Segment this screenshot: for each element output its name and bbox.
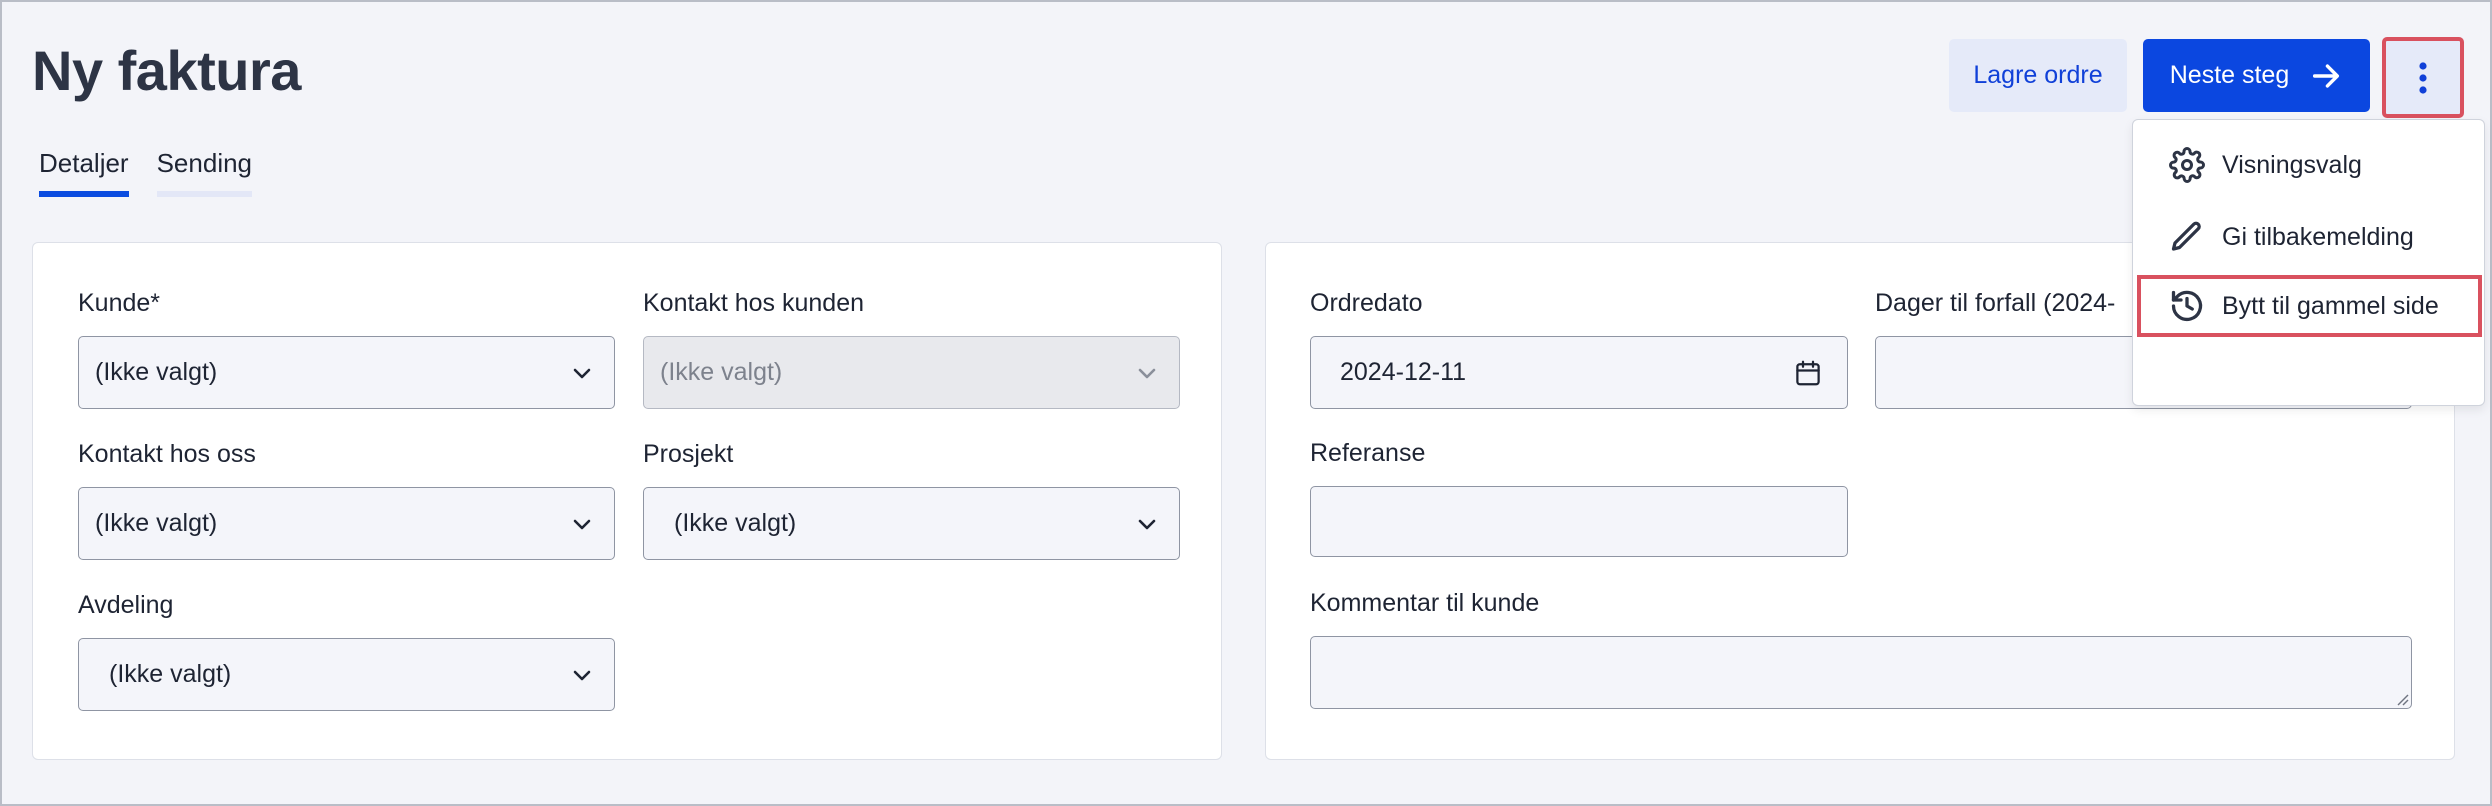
pencil-icon (2171, 221, 2201, 251)
project-select-value: (Ikke valgt) (674, 509, 797, 537)
order-date-field[interactable]: 2024-12-11 (1310, 336, 1848, 409)
arrow-right-icon (2313, 63, 2340, 88)
department-select-value: (Ikke valgt) (109, 660, 232, 688)
gear-icon (2169, 147, 2205, 183)
chevron-down-icon (573, 368, 591, 379)
menu-item-label: Visningsvalg (2222, 150, 2362, 179)
customer-contact-select: (Ikke valgt) (643, 336, 1180, 409)
project-select[interactable]: (Ikke valgt) (643, 487, 1180, 560)
our-contact-label: Kontakt hos oss (78, 440, 256, 468)
our-contact-select[interactable]: (Ikke valgt) (78, 487, 615, 560)
chevron-down-icon (1138, 519, 1156, 530)
department-label: Avdeling (78, 591, 174, 619)
history-icon (2171, 290, 2203, 322)
customer-contact-label: Kontakt hos kunden (643, 289, 864, 317)
comment-textarea[interactable] (1310, 636, 2412, 709)
tab-sending[interactable]: Sending (156, 148, 253, 197)
tab-details[interactable]: Detaljer (39, 148, 129, 197)
chevron-down-icon (573, 519, 591, 530)
save-order-button[interactable]: Lagre ordre (1949, 39, 2127, 112)
our-contact-select-value: (Ikke valgt) (95, 509, 218, 537)
order-date-label: Ordredato (1310, 289, 1423, 317)
kebab-vertical-icon (2419, 61, 2427, 94)
tab-bar: Detaljer Sending (39, 148, 253, 197)
due-days-label: Dager til forfall (2024- (1875, 289, 2116, 317)
order-date-value: 2024-12-11 (1340, 358, 1467, 386)
resize-handle-icon[interactable] (2393, 690, 2409, 706)
customer-select-value: (Ikke valgt) (95, 358, 218, 386)
chevron-down-icon (1138, 368, 1156, 379)
menu-item-label: Gi tilbakemelding (2222, 222, 2414, 251)
menu-item-feedback[interactable]: Gi tilbakemelding (2133, 207, 2486, 267)
next-step-label: Neste steg (2169, 61, 2290, 89)
project-label: Prosjekt (643, 440, 734, 468)
comment-label: Kommentar til kunde (1310, 589, 1540, 617)
more-options-button[interactable] (2382, 37, 2464, 118)
customer-panel: Kunde* (Ikke valgt) Kontakt hos kunden (… (32, 242, 1222, 760)
customer-label: Kunde* (78, 289, 161, 317)
reference-field[interactable] (1310, 486, 1848, 557)
reference-label: Referanse (1310, 439, 1426, 467)
more-options-menu: Visningsvalg Gi tilbakemelding Bytt til … (2132, 119, 2485, 406)
page-title: Ny faktura (32, 39, 301, 102)
calendar-icon[interactable] (1793, 357, 1823, 389)
chevron-down-icon (573, 670, 591, 681)
department-select[interactable]: (Ikke valgt) (78, 638, 615, 711)
next-step-button[interactable]: Neste steg (2143, 39, 2370, 112)
menu-item-label: Bytt til gammel side (2222, 291, 2439, 320)
customer-contact-select-value: (Ikke valgt) (660, 358, 783, 386)
menu-item-view-options[interactable]: Visningsvalg (2133, 135, 2486, 195)
customer-select[interactable]: (Ikke valgt) (78, 336, 615, 409)
menu-item-switch-old-page[interactable]: Bytt til gammel side (2137, 275, 2482, 337)
